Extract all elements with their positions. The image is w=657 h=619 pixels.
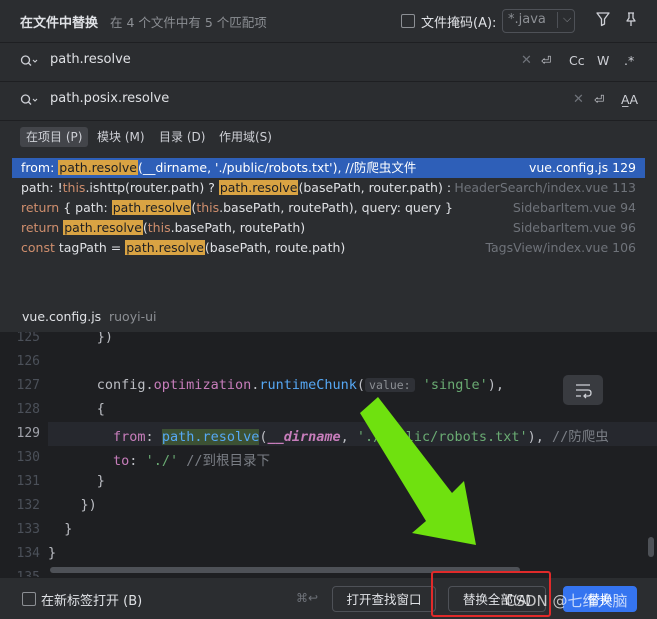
code-line: to: './' //到根目录下 bbox=[113, 453, 270, 469]
result-row[interactable]: return { path: path.resolve(this.basePat… bbox=[12, 198, 645, 218]
dialog-header: 在文件中替换 在 4 个文件中有 5 个匹配项 文件掩码(A): *.java … bbox=[0, 0, 657, 42]
tab-project[interactable]: 在项目 (P) bbox=[20, 127, 89, 147]
result-file: SidebarItem.vue 96 bbox=[512, 220, 636, 235]
find-input[interactable] bbox=[50, 52, 480, 67]
file-mask-value: *.java bbox=[508, 12, 546, 27]
result-file: TagsView/index.vue 106 bbox=[485, 240, 636, 255]
code-line: } bbox=[48, 521, 73, 537]
preview-project: ruoyi-ui bbox=[109, 309, 157, 324]
results-list: from: path.resolve(__dirname, './public/… bbox=[12, 158, 645, 258]
result-file: vue.config.js 129 bbox=[528, 160, 636, 175]
code-line: }) bbox=[48, 497, 97, 513]
result-text: tagPath = bbox=[54, 240, 126, 255]
result-match: path.resolve bbox=[218, 180, 299, 195]
vertical-scrollbar[interactable] bbox=[648, 537, 654, 557]
shortcut-hint: ⌘↩ bbox=[296, 591, 319, 605]
open-find-window-button[interactable]: 打开查找窗口 bbox=[332, 586, 436, 612]
whole-words-icon[interactable]: W bbox=[597, 53, 609, 68]
result-file: SidebarItem.vue 94 bbox=[512, 200, 636, 215]
replace-row: ✕ ⏎ A̲A bbox=[0, 82, 657, 120]
new-line-icon[interactable]: ⏎ bbox=[541, 53, 551, 68]
result-match: path.resolve bbox=[63, 220, 143, 235]
soft-wrap-button[interactable] bbox=[563, 375, 603, 405]
line-number: 133 bbox=[16, 522, 40, 537]
code-line: }) bbox=[48, 332, 114, 345]
preview-file-name: vue.config.js bbox=[22, 309, 102, 324]
match-count: 在 4 个文件中有 5 个匹配项 bbox=[110, 15, 267, 30]
search-icon[interactable] bbox=[20, 93, 38, 107]
file-mask-label: 文件掩码(A): bbox=[421, 16, 497, 31]
result-text: (__dirname, './public/robots.txt'), //防爬… bbox=[137, 160, 417, 175]
result-text: { path: bbox=[59, 200, 112, 215]
result-row[interactable]: path: !this.ishttp(router.path) ? path.r… bbox=[12, 178, 645, 198]
open-new-tab-label: 在新标签打开 (B) bbox=[41, 594, 143, 609]
result-text: from: bbox=[21, 160, 59, 175]
chevron-down-icon[interactable]: ⌵ bbox=[557, 12, 571, 28]
result-keyword: const bbox=[21, 240, 55, 255]
code-line: { bbox=[48, 401, 105, 417]
tab-scope[interactable]: 作用域(S) bbox=[213, 127, 278, 147]
parameter-hint: value: bbox=[365, 378, 415, 392]
code-line: } bbox=[48, 473, 105, 489]
line-number: 132 bbox=[16, 498, 40, 513]
line-number: 128 bbox=[16, 402, 40, 417]
preserve-case-icon[interactable]: A̲A bbox=[621, 92, 638, 107]
soft-wrap-icon bbox=[576, 384, 592, 399]
tab-directory[interactable]: 目录 (D) bbox=[153, 127, 211, 147]
code-line: } bbox=[48, 545, 57, 561]
result-keyword: return bbox=[21, 220, 60, 235]
line-number: 126 bbox=[16, 354, 40, 369]
result-text: (basePath, route.path) bbox=[204, 240, 346, 255]
result-text: .ishttp(router.path) ? bbox=[85, 180, 219, 195]
code-line: from: path.resolve(__dirname, './public/… bbox=[113, 429, 609, 445]
result-match: path.resolve bbox=[111, 200, 192, 215]
result-match: path.resolve bbox=[125, 240, 205, 255]
code-preview[interactable]: 125 126 127 128 129 130 131 132 133 134 … bbox=[0, 332, 657, 577]
tab-module[interactable]: 模块 (M) bbox=[91, 127, 151, 147]
result-keyword: this bbox=[196, 200, 220, 215]
clear-icon[interactable]: ✕ bbox=[573, 92, 584, 107]
regex-icon[interactable]: .* bbox=[624, 53, 634, 68]
code-line: config.optimization.runtimeChunk(value: … bbox=[48, 377, 505, 393]
result-keyword: this bbox=[147, 220, 171, 235]
line-number: 127 bbox=[16, 378, 40, 393]
annotation-arrow bbox=[360, 397, 476, 545]
result-text: path: ! bbox=[21, 180, 63, 195]
filter-icon[interactable] bbox=[596, 11, 610, 27]
result-text: .basePath, routePath) bbox=[170, 220, 306, 235]
line-number: 130 bbox=[16, 450, 40, 465]
new-line-icon[interactable]: ⏎ bbox=[594, 92, 604, 107]
result-row[interactable]: from: path.resolve(__dirname, './public/… bbox=[12, 158, 645, 178]
result-text: (basePath, router.path) : bbox=[298, 180, 452, 195]
open-new-tab-checkbox[interactable] bbox=[22, 592, 36, 606]
result-text: .basePath, routePath), query: query } bbox=[219, 200, 453, 215]
result-file: HeaderSearch/index.vue 113 bbox=[454, 180, 636, 195]
line-number: 125 bbox=[16, 332, 40, 345]
result-keyword: return bbox=[21, 200, 60, 215]
dialog-title: 在文件中替换 bbox=[20, 16, 99, 31]
preview-match: path.resolve bbox=[161, 429, 260, 445]
result-row[interactable]: return path.resolve(this.basePath, route… bbox=[12, 218, 645, 238]
line-number: 129 bbox=[16, 426, 40, 441]
result-row[interactable]: const tagPath = path.resolve(basePath, r… bbox=[12, 238, 645, 258]
result-match: path.resolve bbox=[58, 160, 138, 175]
preview-header: vue.config.js ruoyi-ui bbox=[0, 296, 657, 332]
file-mask-checkbox[interactable] bbox=[401, 14, 415, 28]
find-row: ✕ ⏎ Cc W .* bbox=[0, 43, 657, 81]
line-number: 135 bbox=[0, 570, 40, 577]
search-icon[interactable] bbox=[20, 54, 38, 68]
match-case-icon[interactable]: Cc bbox=[569, 53, 585, 68]
replace-input[interactable] bbox=[50, 91, 480, 106]
watermark: CSDN @七维大脑 bbox=[505, 592, 628, 610]
line-number: 134 bbox=[16, 546, 40, 561]
line-gutter: 125 126 127 128 129 130 131 132 133 134 … bbox=[0, 332, 48, 577]
divider bbox=[0, 120, 657, 121]
result-keyword: this bbox=[62, 180, 86, 195]
clear-icon[interactable]: ✕ bbox=[521, 53, 532, 68]
pin-icon[interactable] bbox=[624, 11, 638, 27]
line-number: 131 bbox=[16, 474, 40, 489]
